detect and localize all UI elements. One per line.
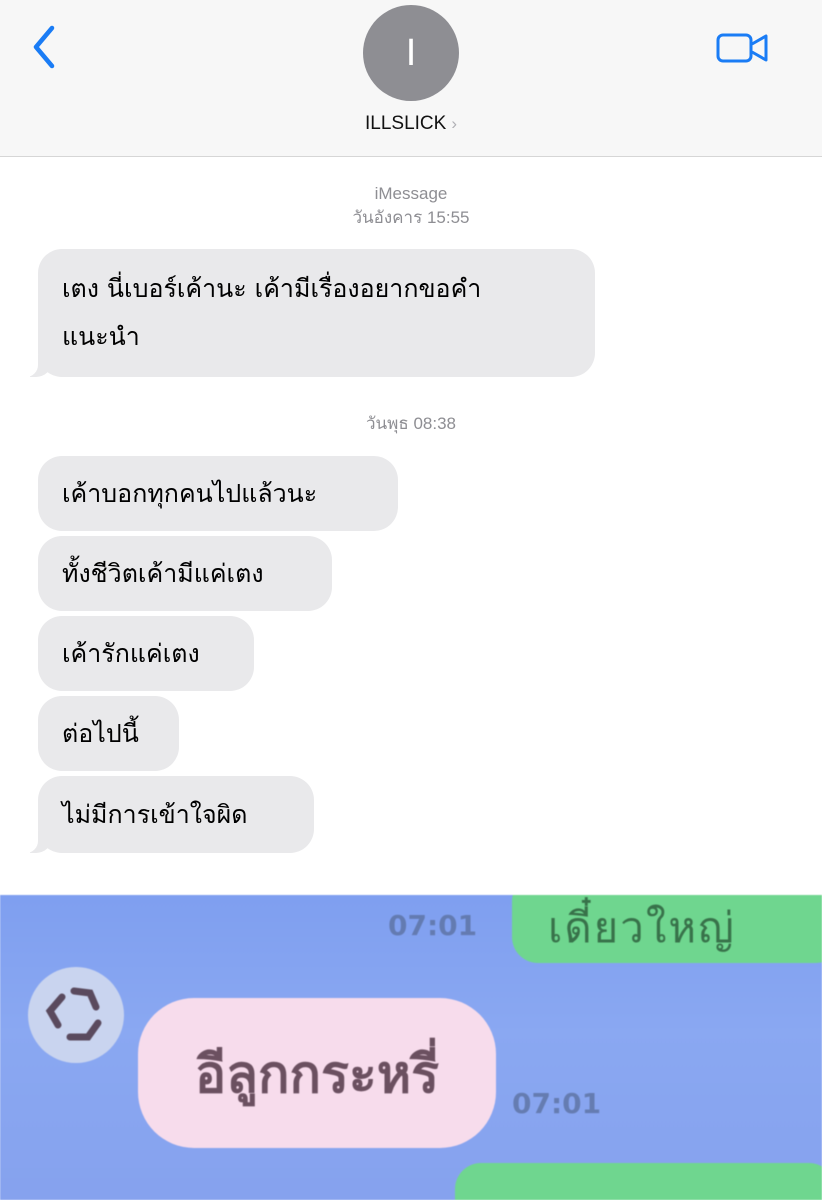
message-text: เตง นี่เบอร์เค้านะ เค้ามีเรื่องอยากขอคำ	[62, 274, 482, 303]
bubble-tail	[18, 355, 52, 377]
green-chat-bubble	[455, 1163, 822, 1200]
facetime-video-button[interactable]	[716, 30, 770, 66]
bubble-tail	[18, 831, 52, 853]
contact-name-button[interactable]: ILLSLICK ›	[0, 113, 822, 135]
message-bubble[interactable]: ทั้งชีวิตเค้ามีแค่เตง	[38, 536, 332, 611]
message-bubble[interactable]: ไม่มีการเข้าใจผิด	[38, 776, 314, 853]
message-bubble[interactable]: เตง นี่เบอร์เค้านะ เค้ามีเรื่องอยากขอคำ …	[38, 249, 595, 377]
line-chat-meme-image: เดี๋ยวใหญ่ 07:01 อีลูกกระหรี่ 07:01	[0, 895, 822, 1200]
chevron-right-icon: ›	[451, 114, 457, 133]
conversation-header: I ILLSLICK ›	[0, 0, 822, 157]
message-text: แนะนำ	[62, 322, 140, 351]
pink-bubble-text: อีลูกกระหรี่	[194, 1044, 440, 1105]
video-camera-icon	[716, 33, 768, 63]
message-bubble[interactable]: เค้าบอกทุกคนไปแล้วนะ	[38, 456, 398, 531]
message-text: ทั้งชีวิตเค้ามีแค่เตง	[62, 559, 264, 588]
message-text: ต่อไปนี้	[62, 719, 139, 748]
message-time: 07:01	[388, 909, 478, 942]
message-time: 07:01	[512, 1087, 602, 1120]
chevron-left-icon	[33, 25, 55, 69]
contact-avatar[interactable]: I	[363, 5, 459, 101]
sender-avatar	[28, 967, 124, 1063]
service-label: iMessage	[374, 184, 448, 203]
green-bubble-text: เดี๋ยวใหญ่	[548, 903, 736, 952]
contact-name: ILLSLICK	[365, 113, 447, 134]
timestamp: วันพุธ 08:38	[365, 414, 456, 433]
message-bubble[interactable]: ต่อไปนี้	[38, 696, 179, 771]
timestamp: วันอังคาร 15:55	[352, 208, 470, 227]
message-bubble[interactable]: เค้ารักแค่เตง	[38, 616, 254, 691]
message-text: เค้ารักแค่เตง	[62, 639, 200, 668]
message-text: เค้าบอกทุกคนไปแล้วนะ	[62, 479, 318, 508]
avatar-initial: I	[405, 31, 417, 74]
recycle-icon	[32, 971, 120, 1059]
back-button[interactable]	[26, 22, 66, 72]
message-text: ไม่มีการเข้าใจผิด	[62, 800, 248, 829]
pink-chat-bubble: อีลูกกระหรี่	[138, 998, 496, 1148]
